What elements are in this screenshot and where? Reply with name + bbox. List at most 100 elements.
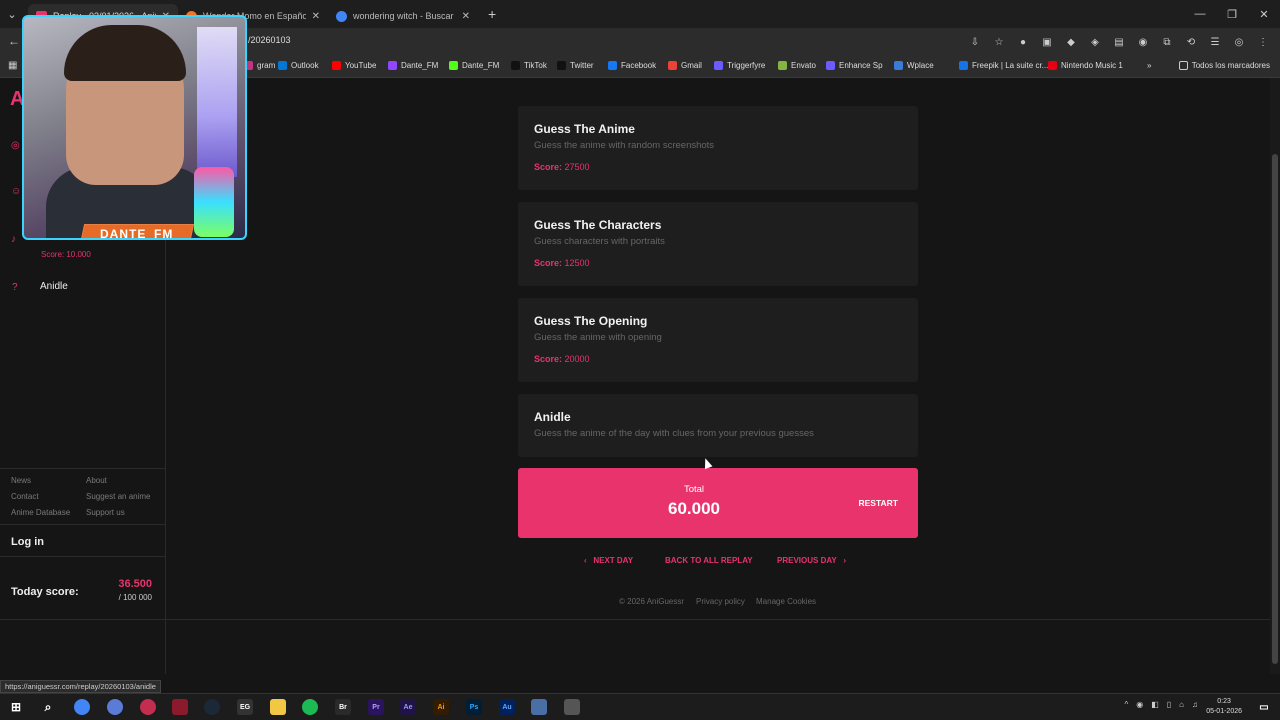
app-icon[interactable]: [140, 699, 156, 715]
bookmark-item[interactable]: Gmail: [668, 61, 702, 70]
bookmark-item[interactable]: Twitter: [557, 61, 594, 70]
login-button[interactable]: Log in: [11, 536, 44, 548]
bookmark-item[interactable]: Enhance Sp: [826, 61, 883, 70]
extension-icon[interactable]: ◉: [1134, 33, 1152, 51]
bookmark-item[interactable]: Wplace: [894, 61, 934, 70]
tray-app-icon[interactable]: ◉: [1136, 700, 1143, 709]
history-icon[interactable]: ⟲: [1182, 33, 1200, 51]
footer-link-support[interactable]: Support us: [86, 508, 125, 517]
bookmark-item[interactable]: YouTube: [332, 61, 376, 70]
apps-grid-icon[interactable]: ▦: [8, 60, 17, 71]
page-scrollbar[interactable]: [1270, 78, 1280, 674]
tab-search-icon[interactable]: ⌄: [0, 3, 24, 25]
bookmark-item[interactable]: Freepik | La suite cr...: [959, 61, 1048, 70]
footer-link-contact[interactable]: Contact: [11, 492, 39, 501]
divider: [166, 619, 1270, 620]
camera-icon[interactable]: ◎: [11, 140, 20, 151]
bookmark-item[interactable]: gram: [244, 61, 275, 70]
network-icon[interactable]: ⌂: [1179, 700, 1184, 709]
bookmark-item[interactable]: Dante_FM: [449, 61, 499, 70]
all-bookmarks-button[interactable]: Todos los marcadores: [1178, 61, 1270, 70]
chrome-icon[interactable]: [74, 699, 90, 715]
audition-icon[interactable]: Au: [499, 699, 515, 715]
minimize-icon[interactable]: —: [1184, 0, 1216, 28]
bookmark-item[interactable]: Envato: [778, 61, 816, 70]
tray-app-icon[interactable]: ◧: [1151, 700, 1159, 709]
premiere-icon[interactable]: Pr: [368, 699, 384, 715]
footer-link-about[interactable]: About: [86, 476, 107, 485]
app-icon[interactable]: [172, 699, 188, 715]
extension-icon[interactable]: ▤: [1110, 33, 1128, 51]
spotify-icon[interactable]: [302, 699, 318, 715]
restart-button[interactable]: RESTART: [858, 498, 898, 508]
bookmark-item[interactable]: Nintendo Music 1: [1048, 61, 1123, 70]
next-day-link[interactable]: ‹ NEXT DAY: [584, 556, 633, 565]
footer-link-news[interactable]: News: [11, 476, 31, 485]
photoshop-icon[interactable]: Ps: [466, 699, 482, 715]
manage-cookies-link[interactable]: Manage Cookies: [756, 597, 816, 606]
bridge-icon[interactable]: Br: [335, 699, 351, 715]
bookmark-favicon-icon: [778, 61, 787, 70]
extension-icon[interactable]: ▣: [1038, 33, 1056, 51]
bookmark-item[interactable]: TikTok: [511, 61, 547, 70]
calculator-icon[interactable]: [531, 699, 547, 715]
game-card-opening[interactable]: Guess The Opening Guess the anime with o…: [518, 298, 918, 382]
back-arrow-icon[interactable]: ←: [8, 34, 20, 48]
more-menu-icon[interactable]: ⋮: [1254, 33, 1272, 51]
extension-icon[interactable]: ◈: [1086, 33, 1104, 51]
puzzle-icon[interactable]: ⧉: [1158, 33, 1176, 51]
close-window-icon[interactable]: ✕: [1248, 0, 1280, 28]
footer-link-database[interactable]: Anime Database: [11, 508, 70, 517]
after-effects-icon[interactable]: Ae: [400, 699, 416, 715]
sidebar-item-anidle[interactable]: Anidle: [40, 281, 68, 292]
bookmark-label: Freepik | La suite cr...: [972, 61, 1049, 70]
tray-chevron-icon[interactable]: ^: [1124, 700, 1128, 709]
extension-icon[interactable]: ●: [1014, 33, 1032, 51]
volume-icon[interactable]: ♫: [1192, 700, 1198, 709]
tab-close-icon[interactable]: ✕: [312, 11, 320, 22]
url-field[interactable]: /20260103: [248, 35, 291, 45]
star-icon[interactable]: ☆: [990, 33, 1008, 51]
divider: [0, 468, 166, 469]
back-to-all-replay-link[interactable]: BACK TO ALL REPLAY: [665, 556, 753, 565]
notifications-icon[interactable]: ▭: [1256, 699, 1272, 715]
restore-icon[interactable]: ❐: [1216, 0, 1248, 28]
bookmark-item[interactable]: Outlook: [278, 61, 319, 70]
file-explorer-icon[interactable]: [270, 699, 286, 715]
illustrator-icon[interactable]: Ai: [433, 699, 449, 715]
neon-light-decoration: [197, 27, 237, 177]
search-icon[interactable]: ⌕: [40, 699, 56, 715]
windows-start-icon[interactable]: ⊞: [8, 699, 24, 715]
install-icon[interactable]: ⇩: [966, 33, 984, 51]
tab-close-icon[interactable]: ✕: [462, 11, 470, 22]
scrollbar-thumb[interactable]: [1272, 154, 1278, 664]
chrome-profile-icon[interactable]: [107, 699, 123, 715]
menu-lines-icon[interactable]: ☰: [1206, 33, 1224, 51]
previous-day-label: PREVIOUS DAY: [777, 556, 837, 565]
game-card-characters[interactable]: Guess The Characters Guess characters wi…: [518, 202, 918, 286]
users-icon[interactable]: ☺: [11, 186, 21, 197]
bookmark-item[interactable]: Dante_FM: [388, 61, 438, 70]
tray-app-icon[interactable]: ▯: [1167, 700, 1171, 709]
browser-tab[interactable]: wondering witch - Buscar con G ✕: [328, 4, 478, 28]
game-card-anidle[interactable]: Anidle Guess the anime of the day with c…: [518, 394, 918, 457]
card-score: Score: 12500: [534, 258, 590, 268]
steam-icon[interactable]: [204, 699, 220, 715]
new-tab-icon[interactable]: +: [488, 6, 496, 22]
music-icon[interactable]: ♪: [11, 234, 16, 245]
epic-games-icon[interactable]: EG: [237, 699, 253, 715]
app-window-icon[interactable]: [564, 699, 580, 715]
profile-icon[interactable]: ◎: [1230, 33, 1248, 51]
footer-link-suggest[interactable]: Suggest an anime: [86, 492, 151, 501]
extension-icon[interactable]: ◆: [1062, 33, 1080, 51]
previous-day-link[interactable]: PREVIOUS DAY ›: [777, 556, 846, 565]
privacy-policy-link[interactable]: Privacy policy: [696, 597, 745, 606]
bookmark-item[interactable]: Facebook: [608, 61, 656, 70]
game-card-anime[interactable]: Guess The Anime Guess the anime with ran…: [518, 106, 918, 190]
bookmark-favicon-icon: [608, 61, 617, 70]
bookmark-item[interactable]: Triggerfyre: [714, 61, 765, 70]
clock[interactable]: 0:23 05-01-2026: [1206, 697, 1242, 717]
window-controls: — ❐ ✕: [1184, 0, 1280, 28]
bookmarks-overflow-icon[interactable]: »: [1147, 61, 1151, 70]
bookmark-label: Outlook: [291, 61, 319, 70]
